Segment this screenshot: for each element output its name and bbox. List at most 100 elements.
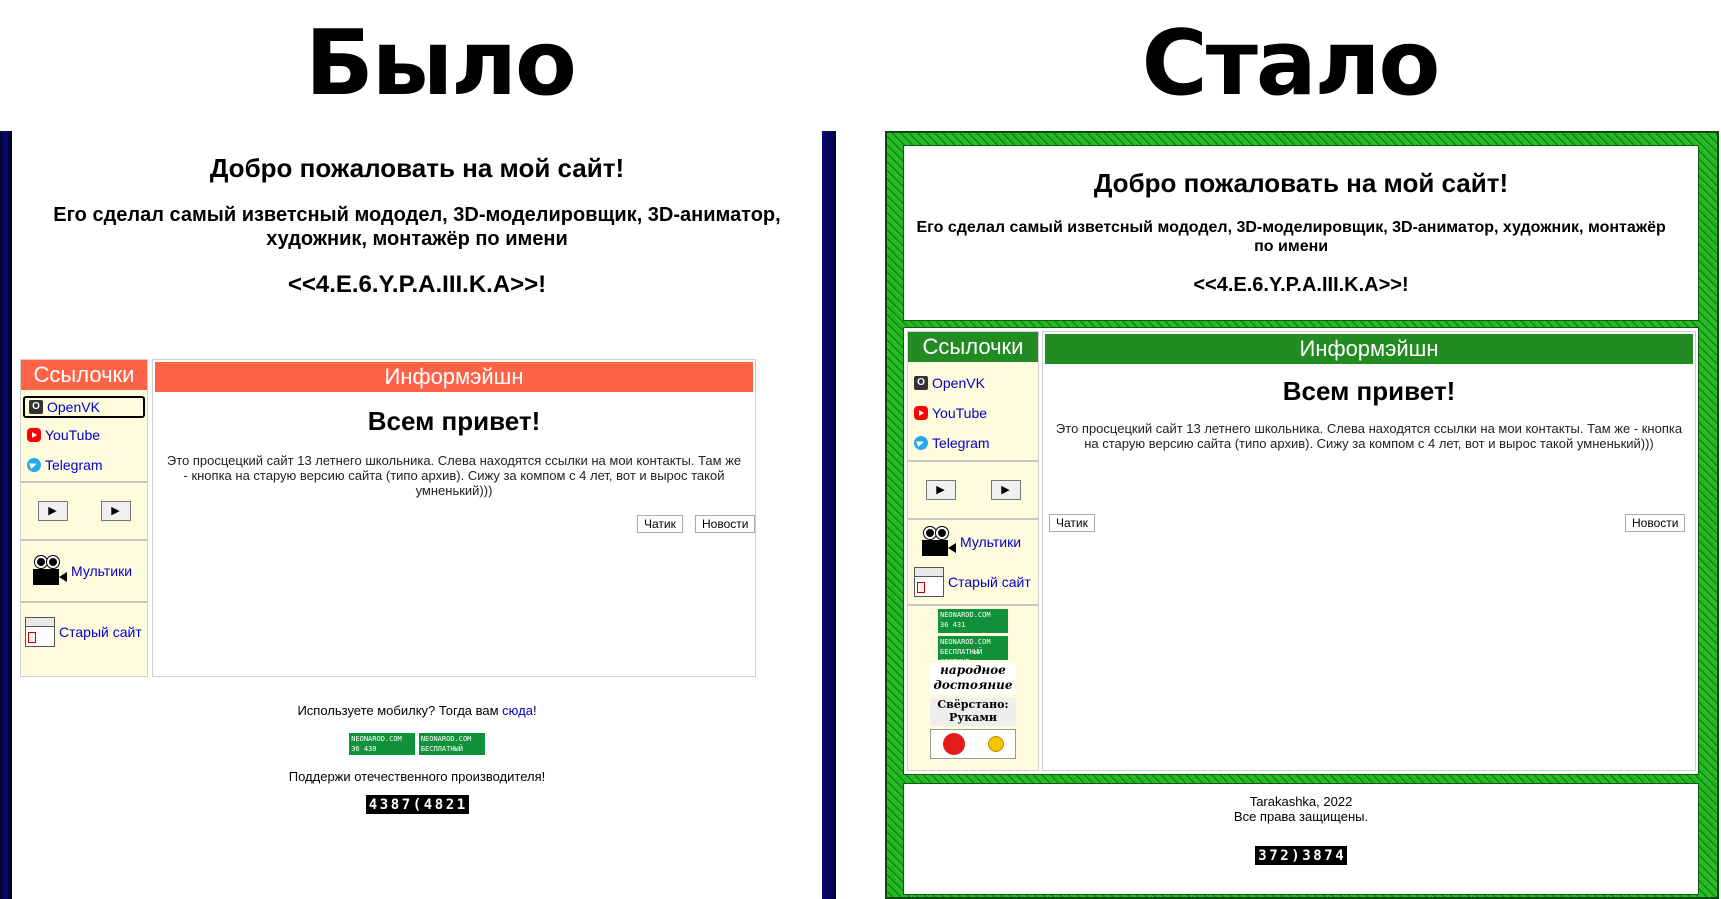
counter-badge-value: 36 430 xyxy=(351,745,377,753)
telegram-icon xyxy=(27,458,41,472)
narod-badge[interactable]: народное достояние xyxy=(930,663,1016,695)
counter-digits: 3 7 2) 3 8 7 4 xyxy=(1255,846,1347,865)
counter-badge[interactable]: NEONAROD.COM 36 430 xyxy=(349,733,416,755)
chat-button[interactable]: Чатик xyxy=(1049,514,1095,532)
counter-digits: 4 3 8 7(4 8 2 1 xyxy=(365,795,469,814)
counter-digit: 8 xyxy=(390,797,400,813)
mobile-suffix: ! xyxy=(532,703,537,718)
sidebar-link-youtube[interactable]: YouTube xyxy=(21,418,147,451)
mobile-text: Используете мобилку? Тогда вам xyxy=(297,703,503,718)
openvk-icon: O xyxy=(29,400,43,414)
after-heading: Стало xyxy=(1141,11,1441,116)
rights-text: Все права защищены. xyxy=(1233,809,1369,824)
author-name: <<4.E.6.Y.P.A.III.K.A>>! xyxy=(1193,274,1409,296)
divider xyxy=(908,518,1038,520)
counter-digit: ( xyxy=(412,797,422,813)
narod-line-2: достояние xyxy=(933,678,1013,692)
new-site-screenshot: Добро пожаловать на мой сайт! Его сделал… xyxy=(885,131,1719,899)
film-camera-icon xyxy=(922,527,956,557)
mobile-link[interactable]: сюда xyxy=(502,703,533,718)
copyright: Tarakashka, 2022 xyxy=(1249,794,1353,809)
counter-digit: 8 xyxy=(1313,848,1322,864)
author-name: <<4.E.6.Y.P.A.III.K.A>>! xyxy=(287,271,547,298)
info-header: Информэйшн xyxy=(1045,334,1693,364)
counter-digit: 3 xyxy=(1258,848,1267,864)
telegram-label: Telegram xyxy=(932,435,990,451)
new-footer-box: Tarakashka, 2022 Все права защищены. 372… xyxy=(903,783,1699,895)
sidebar-link-telegram[interactable]: Telegram xyxy=(908,428,1038,458)
site-subtitle: Его сделал самый изветсный мододел, 3D-м… xyxy=(916,219,1666,255)
greeting: Всем привет! xyxy=(367,406,541,436)
devil-face-icon xyxy=(942,733,965,755)
counter-digit: 3 xyxy=(379,797,389,813)
divider xyxy=(908,460,1038,462)
description: Это просцецкий сайт 13 летнего школьника… xyxy=(166,453,742,498)
news-button[interactable]: Новости xyxy=(695,515,756,533)
description: Это просцецкий сайт 13 летнего школьника… xyxy=(1055,421,1683,451)
counter-digit: 2 xyxy=(1280,848,1289,864)
free-hosting-badge[interactable]: NEONAROD.COM БЕСПЛАТНЫЙ ХОСТИНГ xyxy=(418,733,485,763)
youtube-label: YouTube xyxy=(45,426,101,443)
hosting-badge-top: NEONAROD.COM xyxy=(420,735,472,743)
cartoons-link[interactable]: Мультики xyxy=(21,543,147,599)
cartoons-link[interactable]: Мультики xyxy=(908,522,1038,562)
hosting-badges: NEONAROD.COM 36 430 NEONAROD.COM БЕСПЛАТНЫ… xyxy=(12,733,822,763)
play-button-2[interactable]: ▶ xyxy=(100,501,131,521)
counter-digit: 7 xyxy=(1269,848,1278,864)
old-site-link[interactable]: Старый сайт xyxy=(908,562,1038,602)
openvk-icon: O xyxy=(914,376,928,390)
openvk-label: OpenVK xyxy=(47,399,100,415)
counter-digit: 1 xyxy=(456,797,466,813)
sidebar-link-youtube[interactable]: YouTube xyxy=(908,398,1038,428)
handmade-badge[interactable]: Свёрстано: Руками xyxy=(930,698,1016,726)
sidebar-link-openvk[interactable]: O OpenVK xyxy=(908,368,1038,398)
old-site-label: Старый сайт xyxy=(948,574,1031,590)
sidebar-link-telegram[interactable]: Telegram xyxy=(21,451,147,479)
counter-digit: 7 xyxy=(401,797,411,813)
telegram-icon xyxy=(914,436,928,450)
hosting-badge-text: БЕСПЛАТНЫЙ ХОСТИНГ xyxy=(420,745,463,763)
info-header: Информэйшн xyxy=(155,362,753,392)
play-button-2[interactable]: ▶ xyxy=(990,480,1021,500)
chat-button[interactable]: Чатик xyxy=(637,515,683,533)
smiley-badge[interactable] xyxy=(930,729,1016,759)
narod-line-1: народное xyxy=(940,663,1006,677)
hosting-badge-top: NEONAROD.COM xyxy=(940,638,991,646)
youtube-icon xyxy=(914,406,928,420)
youtube-icon xyxy=(27,427,41,442)
info-panel: Информэйшн Всем привет! Это просцецкий с… xyxy=(152,359,756,677)
old-site-label: Старый сайт xyxy=(59,624,142,640)
site-subtitle: Его сделал самый изветсный мододел, 3D-м… xyxy=(53,204,781,250)
divider xyxy=(21,481,147,483)
new-header-box: Добро пожаловать на мой сайт! Его сделал… xyxy=(903,145,1699,321)
visit-counter: 4 3 8 7(4 8 2 1 xyxy=(12,795,822,814)
old-site-link[interactable]: Старый сайт xyxy=(21,605,147,659)
counter-badge-top: NEONAROD.COM xyxy=(351,735,402,743)
mobile-line: Используете мобилку? Тогда вам сюда! xyxy=(12,703,822,718)
counter-digit: 2 xyxy=(445,797,455,813)
greeting: Всем привет! xyxy=(1282,376,1456,406)
openvk-label: OpenVK xyxy=(932,375,985,391)
old-site-icon xyxy=(25,617,55,647)
play-button-1[interactable]: ▶ xyxy=(925,480,956,500)
free-hosting-badge[interactable]: NEONAROD.COM БЕСПЛАТНЫЙ ХОСТИНГ xyxy=(938,636,1008,666)
links-sidebar: Ссылочки O OpenVK YouTube Telegram ▶ ▶ М… xyxy=(20,359,148,677)
counter-digit: 3 xyxy=(1302,848,1311,864)
welcome-title: Добро пожаловать на мой сайт! xyxy=(1093,168,1509,198)
cartoons-label: Мультики xyxy=(960,534,1022,550)
film-camera-icon xyxy=(33,556,67,586)
counter-digit: ) xyxy=(1291,848,1300,864)
old-site-icon xyxy=(914,567,944,597)
counter-badge-top: NEONAROD.COM xyxy=(940,611,991,619)
counter-badge[interactable]: NEONAROD.COM 36 431 xyxy=(938,609,1008,633)
old-site-screenshot: Добро пожаловать на мой сайт! Его сделал… xyxy=(0,131,836,899)
old-site-page: Добро пожаловать на мой сайт! Его сделал… xyxy=(12,131,822,899)
cartoons-label: Мультики xyxy=(71,563,133,579)
support-text: Поддержи отечественного производителя! xyxy=(288,769,546,784)
welcome-title: Добро пожаловать на мой сайт! xyxy=(209,153,625,183)
play-button-1[interactable]: ▶ xyxy=(37,501,68,521)
counter-digit: 4 xyxy=(1335,848,1344,864)
news-button[interactable]: Новости xyxy=(1625,514,1686,532)
player-controls: ▶ ▶ xyxy=(21,485,147,537)
sidebar-link-openvk[interactable]: O OpenVK xyxy=(23,396,145,418)
